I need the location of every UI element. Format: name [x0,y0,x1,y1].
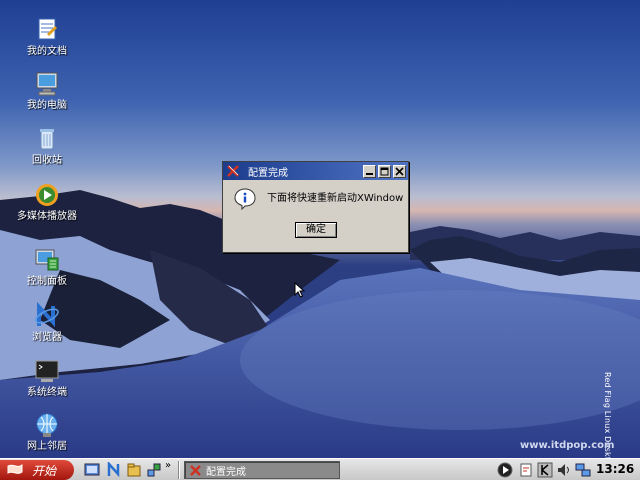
close-button[interactable] [393,164,406,178]
start-label: 开始 [32,463,57,478]
media-tray-icon[interactable] [497,462,513,478]
desktop-icon-media-player[interactable]: 多媒体播放器 [7,181,87,223]
desktop-icon-documents[interactable]: 我的文档 [7,16,87,58]
site-watermark: www.itdpop.com [520,440,615,451]
taskbar: 开始 » 配置完成 13:26 [0,458,640,480]
ok-button[interactable]: 确定 [295,222,337,238]
minimize-button[interactable] [363,164,376,178]
media-player-icon [33,181,61,209]
desktop-icon-label: 我的电脑 [27,100,67,111]
browser-quick-icon[interactable] [106,462,122,478]
browser-icon [33,301,61,330]
config-complete-dialog: 配置完成 下面将快速重新启动XWindow 确定 [222,161,409,253]
quick-launch-overflow[interactable]: » [165,460,171,471]
desktop-icon-label: 网上邻居 [27,441,67,452]
maximize-icon [380,167,389,175]
desktop-icon-browser[interactable]: 浏览器 [7,301,87,344]
x-logo-icon [190,464,201,476]
dialog-body: 下面将快速重新启动XWindow 确定 [223,180,408,252]
keyboard-tray-icon[interactable] [537,462,553,478]
red-flag-logo-icon [7,463,23,474]
mouse-cursor-icon [294,282,306,298]
volume-tray-icon[interactable] [556,462,572,478]
network-quick-icon[interactable] [146,462,162,478]
task-config-complete[interactable]: 配置完成 [184,461,340,479]
terminal-icon [33,357,61,385]
start-button[interactable]: 开始 [0,460,74,480]
desktop-icon-control-panel[interactable]: 控制面板 [7,246,87,288]
desktop-icon-trash[interactable]: 回收站 [7,125,87,167]
desktop-icon-label: 控制面板 [27,276,67,287]
desktop-icon-computer[interactable]: 我的电脑 [7,70,87,112]
computer-icon [33,70,61,98]
info-icon [234,188,256,210]
desktop-icon-label: 多媒体播放器 [17,211,77,222]
desktop-icon-label: 浏览器 [32,332,62,343]
desktop-icon-label: 我的文档 [27,46,67,57]
desktop: 我的文档 我的电脑 回收站 多媒体播放器 控制面板 浏览器 系统终端 网上邻居 … [0,0,640,458]
taskbar-separator [178,461,180,479]
maximize-button[interactable] [378,164,391,178]
documents-icon [33,16,61,44]
task-label: 配置完成 [206,466,246,478]
x-logo-icon [227,165,239,177]
desktop-icon-label: 系统终端 [27,387,67,398]
trash-icon [33,125,61,153]
close-icon [395,166,404,176]
network-icon [33,411,61,439]
dialog-titlebar[interactable]: 配置完成 [223,162,408,180]
minimize-icon [366,172,373,175]
desktop-icon-terminal[interactable]: 系统终端 [7,357,87,399]
clipboard-tray-icon[interactable] [518,462,534,478]
dialog-message: 下面将快速重新启动XWindow [267,193,404,204]
clock[interactable]: 13:26 [596,462,634,476]
network-tray-icon[interactable] [575,462,591,478]
control-panel-icon [33,246,61,274]
show-desktop-icon[interactable] [84,462,100,478]
dialog-title: 配置完成 [248,167,288,179]
desktop-icon-label: 回收站 [32,155,62,166]
file-manager-quick-icon[interactable] [126,462,142,478]
desktop-icon-network[interactable]: 网上邻居 [7,411,87,453]
